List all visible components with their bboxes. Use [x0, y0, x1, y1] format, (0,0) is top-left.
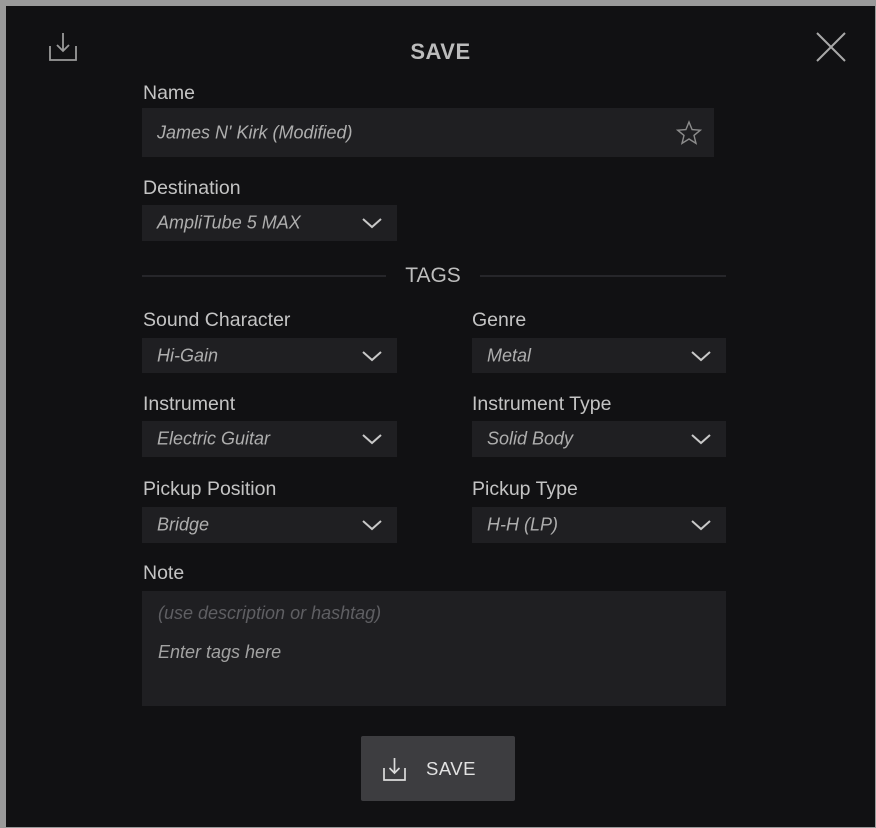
star-icon[interactable]: [676, 119, 702, 146]
sound-character-select[interactable]: Hi-Gain: [142, 338, 397, 373]
pickup-type-label: Pickup Type: [472, 478, 578, 500]
instrument-label: Instrument: [143, 393, 236, 415]
pickup-type-select[interactable]: H-H (LP): [472, 507, 726, 543]
chevron-down-icon: [691, 350, 711, 361]
note-label: Note: [143, 562, 185, 584]
genre-value: Metal: [487, 345, 532, 365]
name-input[interactable]: James N' Kirk (Modified): [142, 108, 714, 157]
instrument-value: Electric Guitar: [157, 428, 271, 449]
instrument-type-value: Solid Body: [487, 428, 574, 449]
chevron-down-icon: [362, 520, 382, 531]
name-value: James N' Kirk (Modified): [157, 122, 353, 142]
instrument-select[interactable]: Electric Guitar: [142, 421, 397, 457]
destination-label: Destination: [143, 177, 241, 199]
tags-heading: TAGS: [405, 264, 461, 287]
tags-divider-right: [480, 275, 726, 277]
chevron-down-icon: [362, 434, 382, 445]
chevron-down-icon: [362, 218, 382, 229]
note-placeholder: (use description or hashtag): [158, 603, 382, 623]
genre-label: Genre: [472, 309, 527, 331]
save-button-label: SAVE: [426, 758, 476, 779]
chevron-down-icon: [362, 350, 382, 361]
instrument-type-label: Instrument Type: [472, 393, 612, 415]
note-tags-hint[interactable]: Enter tags here: [158, 642, 281, 663]
sound-character-value: Hi-Gain: [157, 345, 219, 365]
save-dialog: SAVE Name James N' Kirk (Modified) Desti…: [6, 6, 875, 827]
pickup-position-select[interactable]: Bridge: [142, 507, 397, 543]
dialog-title: SAVE: [410, 39, 471, 64]
note-textarea[interactable]: (use description or hashtag) Enter tags …: [142, 591, 726, 706]
destination-select[interactable]: AmpliTube 5 MAX: [142, 205, 397, 241]
sound-character-label: Sound Character: [143, 309, 291, 331]
chevron-down-icon: [691, 520, 711, 531]
tags-divider-left: [142, 275, 386, 277]
genre-select[interactable]: Metal: [472, 338, 726, 373]
instrument-type-select[interactable]: Solid Body: [472, 421, 726, 457]
name-label: Name: [143, 82, 196, 104]
pickup-position-label: Pickup Position: [143, 478, 277, 500]
pickup-position-value: Bridge: [157, 514, 210, 535]
chevron-down-icon: [691, 434, 711, 445]
save-icon: [383, 758, 406, 781]
close-icon[interactable]: [814, 30, 848, 64]
pickup-type-value: H-H (LP): [487, 514, 558, 535]
destination-value: AmpliTube 5 MAX: [157, 212, 301, 233]
save-button[interactable]: SAVE: [361, 736, 515, 801]
